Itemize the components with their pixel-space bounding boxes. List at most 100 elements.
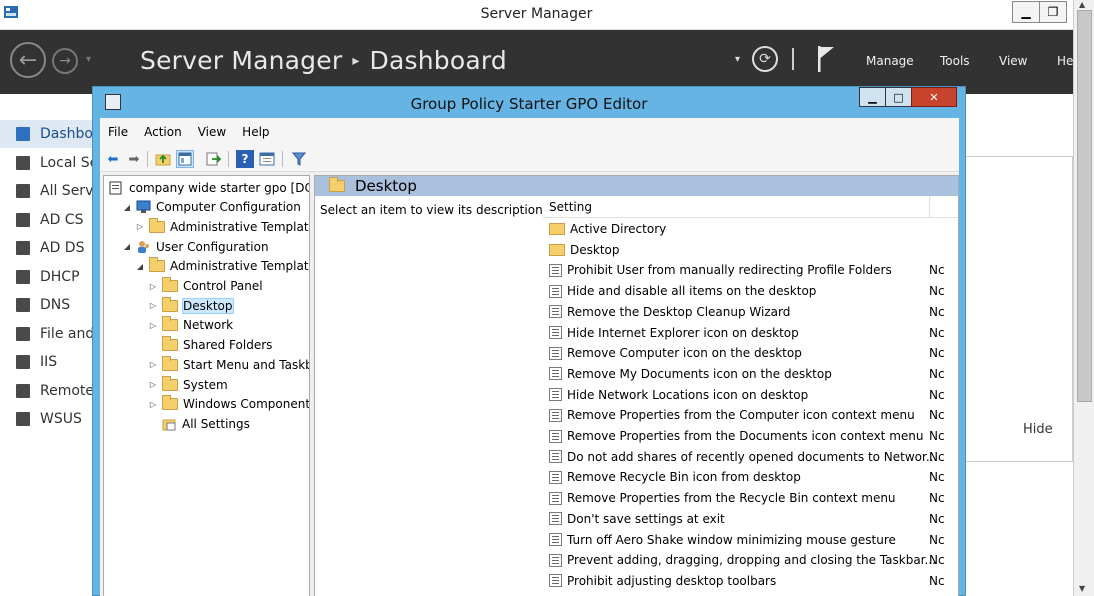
expand-arrow-icon[interactable]: ▷ <box>147 360 159 369</box>
list-item-policy[interactable]: Remove Recycle Bin icon from desktop Nc <box>549 467 954 487</box>
tree-node[interactable]: ◢ User Configuration <box>121 237 269 256</box>
list-item-policy[interactable]: Don't save settings at exit Nc <box>549 509 954 529</box>
show-hide-tree-icon[interactable] <box>176 150 194 168</box>
scroll-up-icon[interactable]: ▲ <box>1079 0 1085 9</box>
minimize-button[interactable]: ▁ <box>1012 1 1040 23</box>
servers-icon <box>16 184 30 198</box>
refresh-button[interactable]: ⟳ <box>752 46 778 72</box>
column-divider[interactable] <box>929 196 930 218</box>
tree-node[interactable]: ▷ System <box>147 375 228 394</box>
history-dropdown-icon[interactable]: ▾ <box>86 54 91 65</box>
expand-arrow-icon[interactable]: ▷ <box>147 282 159 291</box>
vertical-scrollbar[interactable]: ▲ ▼ <box>1073 0 1094 596</box>
list-item-policy[interactable]: Hide Network Locations icon on desktop Nc <box>549 385 954 405</box>
filter-icon[interactable] <box>290 150 308 168</box>
export-list-icon[interactable] <box>204 150 222 168</box>
list-item-policy[interactable]: Hide Internet Explorer icon on desktop Nc <box>549 323 954 343</box>
menu-view[interactable]: View <box>999 54 1027 68</box>
expand-arrow-icon[interactable]: ▷ <box>134 222 146 231</box>
up-folder-icon[interactable] <box>154 150 172 168</box>
menu-tools[interactable]: Tools <box>940 54 970 68</box>
all-settings-icon <box>162 419 176 431</box>
gpo-minimize-button[interactable]: ▁ <box>859 87 886 107</box>
expand-arrow-icon[interactable]: ▷ <box>147 380 159 389</box>
sidebar-item-file-and-storage-services[interactable]: File and Storage Services <box>0 320 92 348</box>
sidebar-item-iis[interactable]: IIS <box>0 348 92 376</box>
notifications-flag-icon[interactable] <box>816 44 836 74</box>
restore-button[interactable]: ❐ <box>1039 1 1067 23</box>
sidebar-item-ad-cs[interactable]: AD CS <box>0 206 92 234</box>
list-item-policy[interactable]: Remove Properties from the Computer icon… <box>549 405 954 425</box>
tree-node[interactable]: company wide starter gpo [DC.company.pri… <box>106 178 309 197</box>
back-arrow-icon[interactable]: ⬅ <box>104 150 122 168</box>
collapse-arrow-icon[interactable]: ◢ <box>121 242 133 251</box>
collapse-arrow-icon[interactable]: ◢ <box>134 262 146 271</box>
sidebar-item-remote-access[interactable]: Remote Access <box>0 377 92 405</box>
expand-arrow-icon[interactable]: ▷ <box>147 321 159 330</box>
menu-bar: File Action View Help <box>100 118 959 146</box>
list-item-policy[interactable]: Hide and disable all items on the deskto… <box>549 281 954 301</box>
tree-node[interactable]: All Settings <box>147 414 250 433</box>
menu-file[interactable]: File <box>108 125 128 139</box>
sidebar-item-dhcp[interactable]: DHCP <box>0 263 92 291</box>
menu-help[interactable]: He <box>1057 54 1073 68</box>
list-item-policy[interactable]: Do not add shares of recently opened doc… <box>549 447 954 467</box>
sidebar-item-all-servers[interactable]: All Servers <box>0 177 92 205</box>
policy-setting-icon <box>549 533 562 546</box>
menu-manage[interactable]: Manage <box>866 54 914 68</box>
collapse-arrow-icon[interactable]: ◢ <box>121 203 133 212</box>
list-item-policy[interactable]: Remove Computer icon on the desktop Nc <box>549 343 954 363</box>
tree-node[interactable]: ◢ Administrative Templates <box>134 257 310 276</box>
tree-node-label: Administrative Templates <box>170 259 310 274</box>
forward-button[interactable]: → <box>52 48 78 74</box>
properties-icon[interactable] <box>258 150 276 168</box>
list-item-policy[interactable]: Prohibit adjusting desktop toolbars Nc <box>549 571 954 591</box>
sidebar-item-ad-ds[interactable]: AD DS <box>0 234 92 262</box>
tree-node[interactable]: Shared Folders <box>147 336 272 355</box>
scroll-thumb[interactable] <box>1077 10 1092 402</box>
list-item-policy[interactable]: Remove the Desktop Cleanup Wizard Nc <box>549 302 954 322</box>
menu-help[interactable]: Help <box>242 125 269 139</box>
expand-arrow-icon[interactable]: ▷ <box>147 301 159 310</box>
tree-node[interactable]: ▷ Windows Components <box>147 395 309 414</box>
sidebar-item-dashboard[interactable]: Dashboard <box>0 120 92 148</box>
folder-icon <box>162 296 178 312</box>
tree-node[interactable]: ▷ Administrative Templates <box>134 217 309 236</box>
refresh-dropdown-icon[interactable]: ▾ <box>735 54 740 65</box>
forward-arrow-icon[interactable]: ➡ <box>125 150 143 168</box>
gpo-close-button[interactable]: ✕ <box>911 87 957 107</box>
menu-action[interactable]: Action <box>144 125 182 139</box>
sidebar-item-wsus[interactable]: WSUS <box>0 405 92 433</box>
sidebar-item-local-server[interactable]: Local Server <box>0 149 92 177</box>
tree-node[interactable]: ▷ Start Menu and Taskbar <box>147 355 309 374</box>
policy-name: Prohibit adjusting desktop toolbars <box>567 573 777 588</box>
column-header-setting[interactable]: Setting <box>543 196 958 218</box>
server-manager-sidebar: Dashboard Local Server All Servers AD CS AD … <box>0 94 92 596</box>
list-item-policy[interactable]: Remove Properties from the Recycle Bin c… <box>549 488 954 508</box>
list-item-policy[interactable]: Prevent adding, dragging, dropping and c… <box>549 550 954 570</box>
list-item-policy[interactable]: Turn off Aero Shake window minimizing mo… <box>549 530 954 550</box>
list-item-folder[interactable]: Desktop <box>549 240 954 260</box>
policy-setting-icon <box>549 450 562 464</box>
list-item-folder[interactable]: Active Directory <box>549 219 954 239</box>
tree-node[interactable]: ▷ Network <box>147 316 233 335</box>
list-item-policy[interactable]: Remove Properties from the Documents ico… <box>549 426 954 446</box>
help-icon[interactable]: ? <box>236 150 254 168</box>
hide-link[interactable]: Hide <box>1023 422 1053 437</box>
list-item-policy[interactable]: Prohibit User from manually redirecting … <box>549 260 954 280</box>
list-item-policy[interactable]: Remove My Documents icon on the desktop N… <box>549 364 954 384</box>
back-button[interactable]: ← <box>10 42 46 78</box>
description-text: Select an item to view its description. <box>320 203 547 217</box>
server-manager-header: ← → ▾ Server Manager ▸ Dashboard ▾ ⟳ Man… <box>0 30 1073 94</box>
tree-node[interactable]: ◢ Computer Configuration <box>121 198 301 217</box>
scroll-down-icon[interactable]: ▼ <box>1079 584 1085 593</box>
iis-icon <box>16 355 30 369</box>
menu-view[interactable]: View <box>198 125 226 139</box>
policy-state: Nc <box>929 408 945 423</box>
gpo-maximize-button[interactable]: □ <box>885 87 912 107</box>
tree-node[interactable]: ▷ Desktop <box>147 296 234 315</box>
policy-state: Nc <box>929 346 945 361</box>
expand-arrow-icon[interactable]: ▷ <box>147 400 159 409</box>
tree-node[interactable]: ▷ Control Panel <box>147 277 263 296</box>
sidebar-item-dns[interactable]: DNS <box>0 291 92 319</box>
